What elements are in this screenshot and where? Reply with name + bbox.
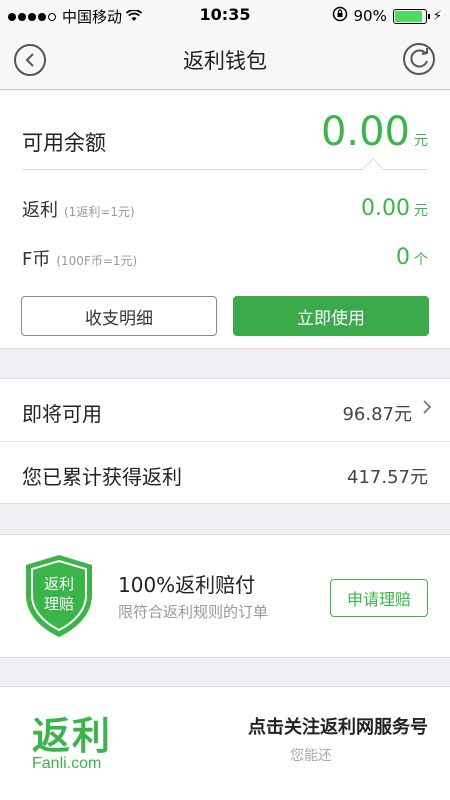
page-title: 返利钱包 xyxy=(183,49,267,73)
upcoming-label: 即将可用 xyxy=(22,402,102,426)
total-rebate-value: 417.57元 xyxy=(347,467,428,488)
fcoin-value: 0 xyxy=(396,245,410,270)
refresh-icon[interactable] xyxy=(402,42,436,76)
guarantee-section: 返利 理赔 100%返利赔付 限符合返利规则的订单 申请理赔 xyxy=(0,534,450,658)
rebate-value: 0.00 xyxy=(361,196,410,221)
battery-group: 90% ⚡ xyxy=(332,6,442,26)
total-rebate-row: 您已累计获得返利 417.57元 xyxy=(0,441,450,503)
wallet-card: 可用余额 0.00 元 返利 (1返利=1元) 0.00 元 F币 (100F币… xyxy=(0,91,450,349)
transaction-details-button[interactable]: 收支明细 xyxy=(21,296,217,336)
fcoin-row: F币 (100F币=1元) 0 个 xyxy=(22,245,428,275)
fcoin-label: F币 xyxy=(22,249,51,270)
fcoin-amount: 0 个 xyxy=(396,245,428,270)
shield-text-line1: 返利 xyxy=(44,575,74,593)
fcoin-unit: 个 xyxy=(414,252,428,268)
rebate-amount: 0.00 元 xyxy=(361,196,428,221)
chevron-right-icon xyxy=(422,399,432,420)
follow-subtitle: 您能还 xyxy=(290,748,332,764)
battery-icon xyxy=(392,8,430,24)
shield-text-line2: 理赔 xyxy=(44,595,74,613)
available-balance-label: 可用余额 xyxy=(22,131,106,155)
summary-list: 即将可用 96.87元 您已累计获得返利 417.57元 xyxy=(0,378,450,504)
guarantee-title: 100%返利赔付 xyxy=(118,573,256,597)
follow-service-account[interactable]: 返利 Fanli.com 点击关注返利网服务号 您能还 xyxy=(0,686,450,800)
rotation-lock-icon xyxy=(332,6,348,26)
use-now-button[interactable]: 立即使用 xyxy=(233,296,429,336)
fcoin-note: (100F币=1元) xyxy=(56,254,138,268)
charging-icon: ⚡ xyxy=(432,8,442,24)
upcoming-value: 96.87元 xyxy=(342,404,412,425)
upcoming-row[interactable]: 即将可用 96.87元 xyxy=(0,379,450,441)
battery-percent: 90% xyxy=(353,7,387,25)
shield-icon: 返利 理赔 xyxy=(22,553,96,639)
status-bar: 中国移动 10:35 90% ⚡ xyxy=(0,0,450,30)
available-balance-unit: 元 xyxy=(414,133,428,149)
guarantee-subtitle: 限符合返利规则的订单 xyxy=(118,603,269,621)
claim-button[interactable]: 申请理赔 xyxy=(330,579,428,617)
follow-title: 点击关注返利网服务号 xyxy=(248,717,428,738)
rebate-row: 返利 (1返利=1元) 0.00 元 xyxy=(22,196,428,226)
divider-notch xyxy=(363,158,383,178)
navigation-bar: 返利钱包 xyxy=(0,30,450,90)
rebate-unit: 元 xyxy=(414,203,428,219)
rebate-label: 返利 xyxy=(22,200,58,221)
available-balance-value: 0.00 xyxy=(320,109,410,155)
available-balance-amount: 0.00 元 xyxy=(321,109,428,155)
fanli-logo-english: Fanli.com xyxy=(32,755,102,772)
rebate-note: (1返利=1元) xyxy=(64,205,135,219)
fanli-logo-chinese: 返利 xyxy=(32,713,113,758)
total-rebate-label: 您已累计获得返利 xyxy=(22,465,182,489)
